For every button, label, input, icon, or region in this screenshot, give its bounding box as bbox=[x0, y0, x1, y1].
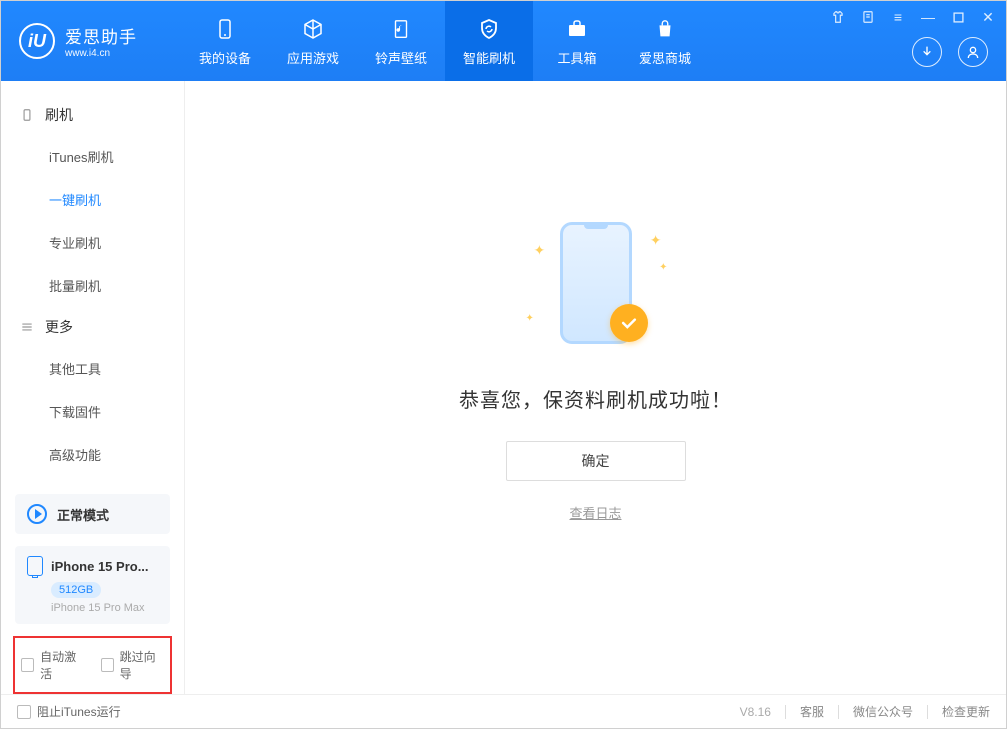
phone-small-icon bbox=[27, 556, 43, 576]
minimize-icon[interactable]: — bbox=[918, 7, 938, 27]
status-bar: 阻止iTunes运行 V8.16 客服 微信公众号 检查更新 bbox=[1, 694, 1006, 728]
ok-button[interactable]: 确定 bbox=[506, 441, 686, 481]
block-itunes-checkbox[interactable]: 阻止iTunes运行 bbox=[17, 703, 121, 720]
device-mode-label: 正常模式 bbox=[57, 505, 109, 524]
sidebar-item-batch[interactable]: 批量刷机 bbox=[1, 264, 184, 307]
skin-icon[interactable] bbox=[828, 7, 848, 27]
success-message: 恭喜您，保资料刷机成功啦！ bbox=[459, 384, 732, 413]
device-card[interactable]: iPhone 15 Pro... 512GB iPhone 15 Pro Max bbox=[15, 546, 170, 624]
main-content: ✦✦ ✦✦ 恭喜您，保资料刷机成功啦！ 确定 查看日志 bbox=[185, 81, 1006, 694]
app-header: iU 爱思助手 www.i4.cn 我的设备 应用游戏 铃声壁纸 智能刷机 工具… bbox=[1, 1, 1006, 81]
nav-toolbox[interactable]: 工具箱 bbox=[533, 1, 621, 81]
sidebar-group-flash: 刷机 bbox=[1, 95, 184, 135]
app-logo-icon: iU bbox=[19, 23, 55, 59]
app-title: 爱思助手 bbox=[65, 23, 137, 48]
sidebar-group-more: 更多 bbox=[1, 307, 184, 347]
close-icon[interactable]: ✕ bbox=[978, 7, 998, 27]
sidebar-item-advanced[interactable]: 高级功能 bbox=[1, 433, 184, 476]
nav-flash[interactable]: 智能刷机 bbox=[445, 1, 533, 81]
auto-activate-checkbox[interactable]: 自动激活 bbox=[21, 648, 85, 682]
briefcase-icon bbox=[564, 16, 590, 42]
menu-icon[interactable]: ≡ bbox=[888, 7, 908, 27]
sidebar-item-other[interactable]: 其他工具 bbox=[1, 347, 184, 390]
nav-my-device[interactable]: 我的设备 bbox=[181, 1, 269, 81]
device-mode-card[interactable]: 正常模式 bbox=[15, 494, 170, 534]
more-icon bbox=[19, 319, 35, 335]
view-log-link[interactable]: 查看日志 bbox=[569, 503, 621, 522]
support-link[interactable]: 客服 bbox=[800, 703, 824, 720]
bag-icon bbox=[652, 16, 678, 42]
logo-area: iU 爱思助手 www.i4.cn bbox=[1, 23, 181, 59]
check-update-link[interactable]: 检查更新 bbox=[942, 703, 990, 720]
sidebar-item-itunes[interactable]: iTunes刷机 bbox=[1, 135, 184, 178]
download-icon[interactable] bbox=[912, 37, 942, 67]
maximize-icon[interactable] bbox=[948, 7, 968, 27]
feedback-icon[interactable] bbox=[858, 7, 878, 27]
device-model: iPhone 15 Pro Max bbox=[51, 602, 158, 614]
device-small-icon bbox=[19, 107, 35, 123]
phone-icon bbox=[212, 16, 238, 42]
sidebar-item-firmware[interactable]: 下载固件 bbox=[1, 390, 184, 433]
device-storage-badge: 512GB bbox=[51, 582, 101, 598]
play-icon bbox=[27, 504, 47, 524]
sidebar-item-onekey[interactable]: 一键刷机 bbox=[1, 178, 184, 221]
window-controls: ≡ — ✕ bbox=[828, 7, 998, 27]
success-illustration: ✦✦ ✦✦ bbox=[516, 214, 676, 354]
highlighted-options: 自动激活 跳过向导 bbox=[13, 636, 172, 694]
refresh-shield-icon bbox=[476, 16, 502, 42]
nav-store[interactable]: 爱思商城 bbox=[621, 1, 709, 81]
music-icon bbox=[388, 16, 414, 42]
top-nav: 我的设备 应用游戏 铃声壁纸 智能刷机 工具箱 爱思商城 bbox=[181, 1, 709, 81]
sidebar-item-pro[interactable]: 专业刷机 bbox=[1, 221, 184, 264]
wechat-link[interactable]: 微信公众号 bbox=[853, 703, 913, 720]
skip-guide-checkbox[interactable]: 跳过向导 bbox=[101, 648, 165, 682]
nav-ringtones[interactable]: 铃声壁纸 bbox=[357, 1, 445, 81]
sidebar: 刷机 iTunes刷机 一键刷机 专业刷机 批量刷机 更多 其他工具 下载固件 … bbox=[1, 81, 185, 694]
device-name: iPhone 15 Pro... bbox=[51, 559, 149, 574]
checkmark-badge-icon bbox=[610, 304, 648, 342]
nav-apps[interactable]: 应用游戏 bbox=[269, 1, 357, 81]
version-label: V8.16 bbox=[740, 705, 771, 719]
app-url: www.i4.cn bbox=[65, 48, 137, 59]
cube-icon bbox=[300, 16, 326, 42]
user-icon[interactable] bbox=[958, 37, 988, 67]
